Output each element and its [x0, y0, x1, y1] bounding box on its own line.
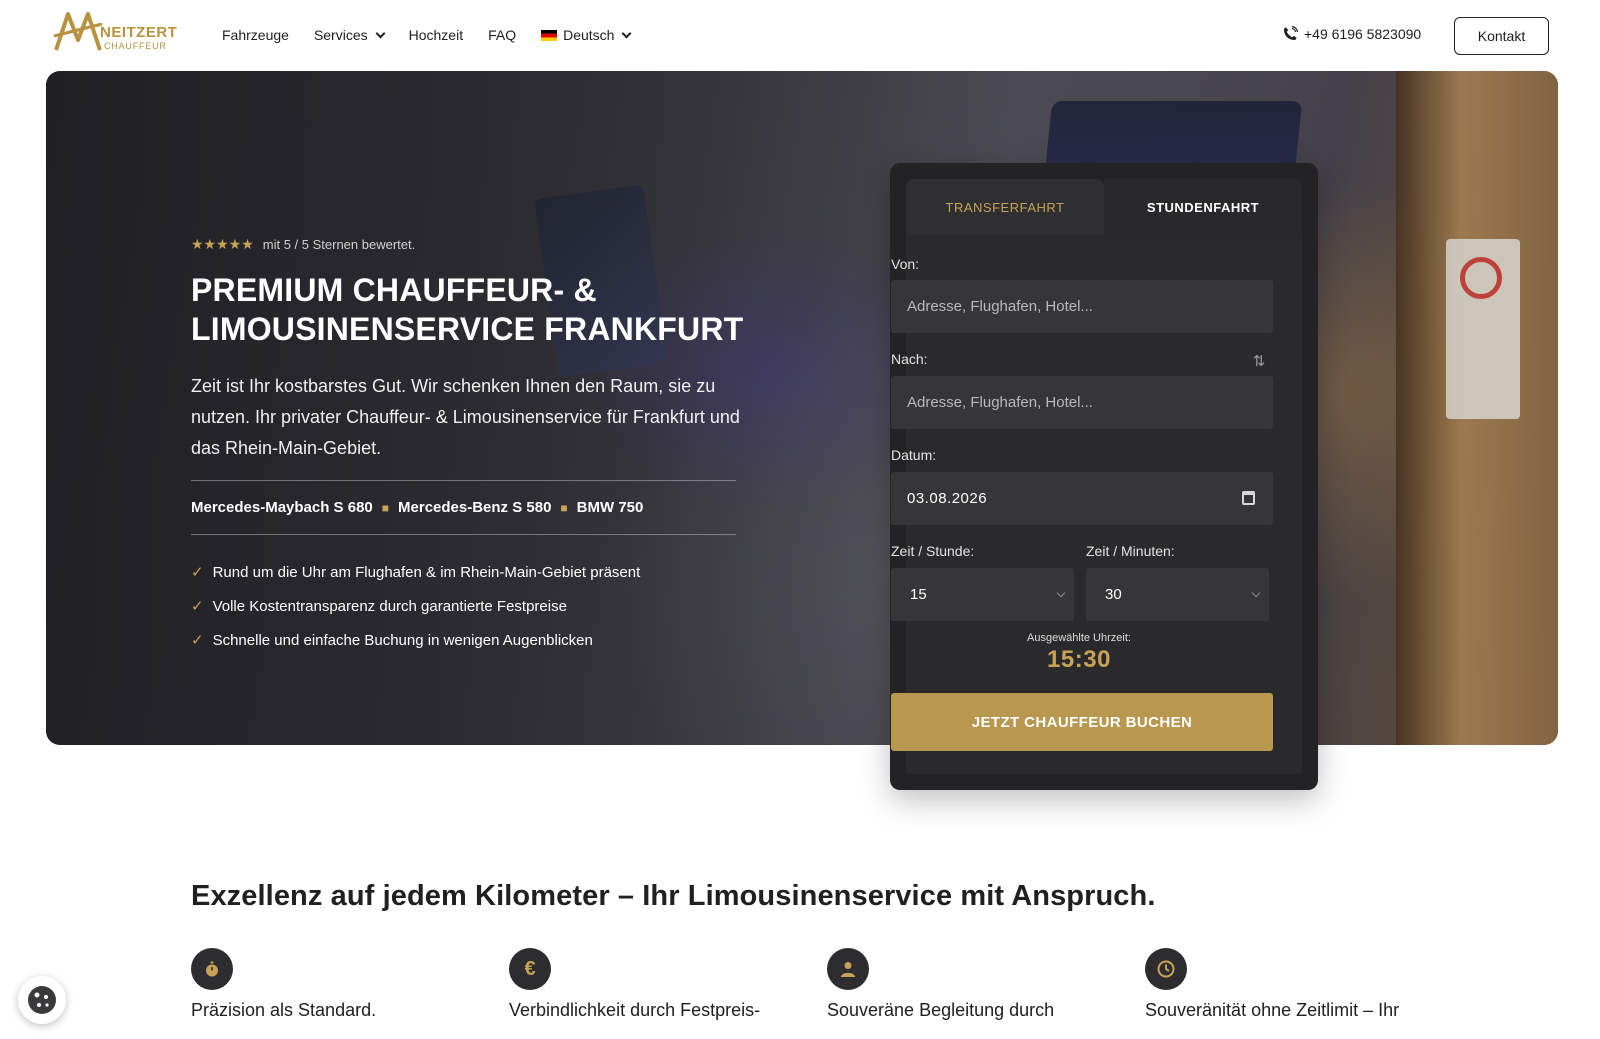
- hero-section: ★★★★★ mit 5 / 5 Sternen bewertet. PREMIU…: [46, 71, 1558, 745]
- benefit-list: ✓ Rund um die Uhr am Flughafen & im Rhei…: [191, 555, 751, 657]
- cookie-icon: [28, 986, 56, 1014]
- hero-title-line1: PREMIUM CHAUFFEUR- &: [191, 272, 597, 308]
- tab-stundenfahrt[interactable]: STUNDENFAHRT: [1104, 179, 1302, 235]
- nav-label: Hochzeit: [408, 27, 464, 43]
- list-item: ✓ Schnelle und einfache Buchung in wenig…: [191, 623, 751, 657]
- chevron-down-icon: [622, 28, 632, 38]
- selected-time: 15:30: [1047, 646, 1111, 673]
- tab-transferfahrt[interactable]: TRANSFERFAHRT: [906, 179, 1104, 235]
- vehicle-name: BMW 750: [576, 499, 644, 516]
- vehicle-list: Mercedes-Maybach S 680 ■ Mercedes-Benz S…: [191, 480, 736, 535]
- benefit-text: Volle Kostentransparenz durch garantiert…: [212, 597, 567, 615]
- language-label: Deutsch: [563, 27, 615, 43]
- phone-link[interactable]: +49 6196 5823090: [1282, 26, 1421, 42]
- separator-icon: ■: [381, 500, 390, 515]
- feature-title: Präzision als Standard.: [191, 1000, 377, 1020]
- chevron-down-icon: [1056, 588, 1066, 598]
- minute-select[interactable]: 30: [1086, 568, 1269, 621]
- nav-label: FAQ: [488, 27, 517, 43]
- feature-card: Souveräne Begleitung durch: [827, 948, 1117, 1021]
- from-input[interactable]: [891, 280, 1273, 333]
- minute-value: 30: [1105, 586, 1122, 603]
- feature-card: € Verbindlichkeit durch Festpreis-: [509, 948, 799, 1021]
- vehicle-name: Mercedes-Benz S 580: [398, 499, 552, 516]
- hour-value: 15: [910, 586, 927, 603]
- stopwatch-icon: [191, 948, 233, 990]
- nav-item-services[interactable]: Services: [313, 25, 386, 45]
- phone-number: +49 6196 5823090: [1304, 26, 1422, 42]
- hero-title-line2: LIMOUSINENSERVICE FRANKFURT: [191, 311, 744, 347]
- hero-title: PREMIUM CHAUFFEUR- & LIMOUSINENSERVICE F…: [191, 271, 751, 349]
- brand-logo[interactable]: NEITZERT CHAUFFEUR: [52, 10, 184, 54]
- rating: ★★★★★ mit 5 / 5 Sternen bewertet.: [191, 236, 751, 253]
- checkmark-icon: ✓: [191, 564, 204, 581]
- brand-subtitle: CHAUFFEUR: [104, 41, 167, 51]
- benefit-text: Rund um die Uhr am Flughafen & im Rhein-…: [212, 563, 641, 581]
- euro-icon: €: [509, 948, 551, 990]
- feature-title: Verbindlichkeit durch Festpreis-: [509, 1000, 761, 1020]
- list-item: ✓ Volle Kostentransparenz durch garantie…: [191, 589, 751, 623]
- book-chauffeur-button[interactable]: JETZT CHAUFFEUR BUCHEN: [891, 693, 1273, 751]
- hour-select[interactable]: 15: [891, 568, 1074, 621]
- german-flag-icon: [541, 29, 558, 41]
- hour-label: Zeit / Stunde:: [891, 543, 975, 559]
- contact-button[interactable]: Kontakt: [1454, 17, 1549, 55]
- separator-icon: ■: [560, 500, 568, 515]
- nav-item-fahrzeuge[interactable]: Fahrzeuge: [222, 25, 289, 45]
- section-title: Exzellenz auf jedem Kilometer – Ihr Limo…: [191, 880, 1156, 912]
- booking-tabs: TRANSFERFAHRT STUNDENFAHRT: [906, 179, 1302, 235]
- feature-card: Souveränität ohne Zeitlimit – Ihr: [1145, 948, 1435, 1021]
- hero-lead: Zeit ist Ihr kostbarstes Gut. Wir schenk…: [191, 376, 740, 458]
- chauffeur-icon: [827, 948, 869, 990]
- feature-card: Präzision als Standard.: [191, 948, 481, 1021]
- nav-label: Services: [313, 27, 368, 43]
- vehicle-name: Mercedes-Maybach S 680: [191, 499, 373, 516]
- from-label: Von:: [891, 256, 920, 272]
- to-input[interactable]: [891, 376, 1273, 429]
- date-value: 03.08.2026: [907, 490, 988, 507]
- nav-item-faq[interactable]: FAQ: [488, 25, 516, 45]
- language-switcher[interactable]: Deutsch: [541, 25, 632, 45]
- calendar-icon[interactable]: [1242, 491, 1255, 505]
- cookie-settings-button[interactable]: [18, 976, 66, 1024]
- site-header: NEITZERT CHAUFFEUR Fahrzeuge Services Ho…: [0, 0, 1600, 70]
- chevron-down-icon: [375, 28, 386, 38]
- benefit-text: Schnelle und einfache Buchung in wenigen…: [212, 631, 593, 649]
- date-label: Datum:: [891, 447, 937, 463]
- logo-mark-icon: [53, 12, 103, 51]
- star-rating-icon: ★★★★★: [191, 236, 254, 252]
- clock-icon: [1145, 948, 1187, 990]
- checkmark-icon: ✓: [191, 598, 204, 615]
- phone-icon: [1284, 26, 1298, 40]
- main-nav: Fahrzeuge Services Hochzeit FAQ Deutsch: [222, 25, 655, 45]
- feature-title: Souveräne Begleitung durch: [827, 1000, 1055, 1020]
- rating-text: mit 5 / 5 Sternen bewertet.: [262, 237, 416, 252]
- hero-content: ★★★★★ mit 5 / 5 Sternen bewertet. PREMIU…: [191, 236, 751, 657]
- swap-locations-icon[interactable]: ⇅: [1248, 352, 1270, 374]
- selected-time-label: Ausgewählte Uhrzeit:: [1027, 632, 1131, 644]
- checkmark-icon: ✓: [191, 632, 204, 649]
- minute-label: Zeit / Minuten:: [1086, 543, 1175, 559]
- feature-title: Souveränität ohne Zeitlimit – Ihr: [1145, 1000, 1400, 1020]
- to-label: Nach:: [891, 351, 928, 367]
- brand-name: NEITZERT: [100, 24, 178, 41]
- nav-label: Fahrzeuge: [222, 27, 289, 43]
- nav-item-hochzeit[interactable]: Hochzeit: [409, 25, 463, 45]
- chevron-down-icon: [1251, 588, 1261, 598]
- date-input[interactable]: 03.08.2026: [891, 472, 1273, 525]
- list-item: ✓ Rund um die Uhr am Flughafen & im Rhei…: [191, 555, 751, 589]
